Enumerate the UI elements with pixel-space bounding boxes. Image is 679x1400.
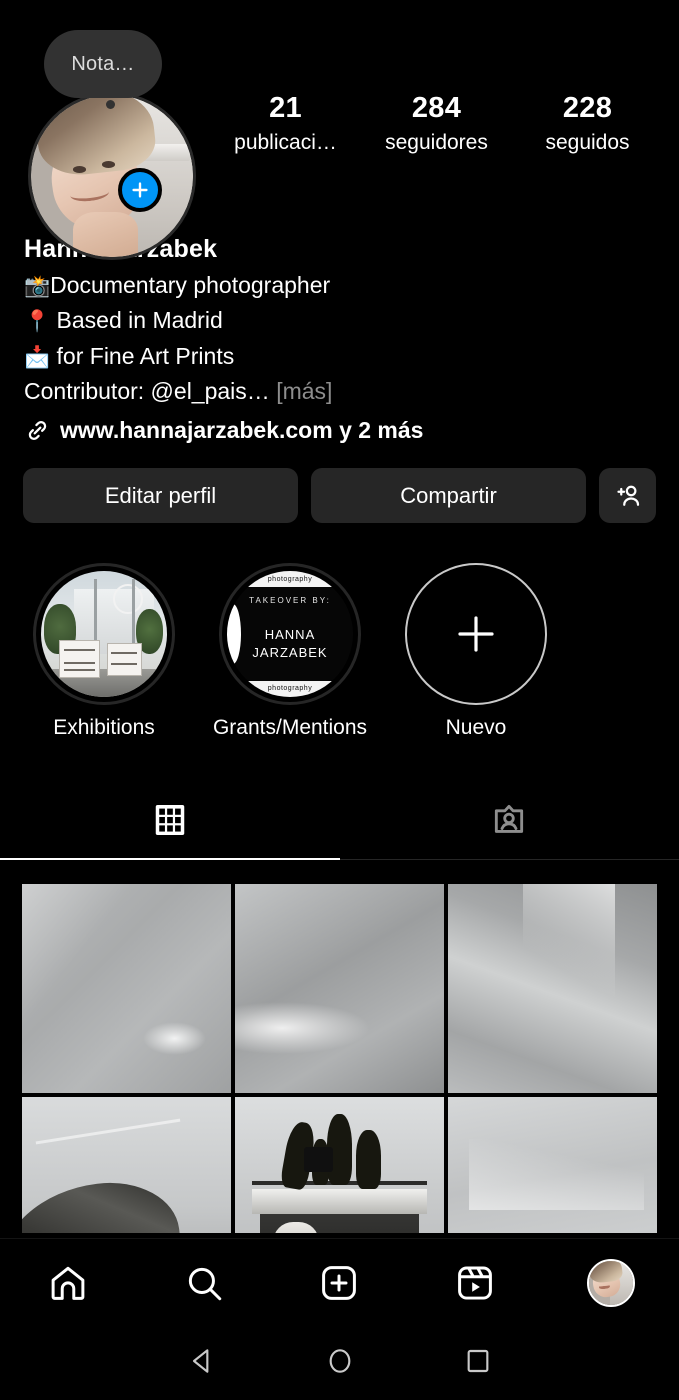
- note-bubble-text: Nota…: [71, 52, 135, 75]
- bio-line-1: 📸Documentary photographer: [24, 268, 669, 304]
- grid-icon: [155, 804, 184, 836]
- active-tab-underline: [0, 858, 340, 860]
- stat-followers-number: 284: [411, 92, 462, 124]
- instagram-profile-screen: Nota… 21 publicaci… 284 seguidores 228 s…: [0, 0, 679, 1400]
- bio-contributor-line: Contributor: @el_pais… [más]: [24, 374, 669, 410]
- grid-post[interactable]: [448, 884, 657, 1093]
- highlight-new[interactable]: Nuevo: [405, 563, 547, 740]
- discover-people-button[interactable]: [599, 468, 656, 523]
- stat-following-label: seguidos: [545, 131, 630, 155]
- nav-profile[interactable]: [543, 1258, 679, 1307]
- system-recents-button[interactable]: [462, 1345, 494, 1382]
- stat-posts[interactable]: 21 publicaci…: [210, 90, 361, 157]
- stat-following[interactable]: 228 seguidos: [512, 90, 663, 157]
- highlight-new-label: Nuevo: [445, 716, 507, 739]
- profile-link-text: www.hannajarzabek.com y 2 más: [60, 417, 424, 444]
- profile-avatar[interactable]: [28, 92, 196, 260]
- highlight-exhibitions[interactable]: Exhibitions: [33, 563, 175, 740]
- bio-line-2-text: Based in Madrid: [50, 307, 223, 334]
- highlight-new-circle: [405, 563, 547, 705]
- highlight-cover-name: HANNA JARZABEK: [227, 626, 353, 661]
- highlight-cover-top-band: photography: [227, 571, 353, 588]
- camera-flash-icon: 📸: [24, 274, 51, 298]
- plus-icon: [458, 616, 494, 652]
- profile-stats: 21 publicaci… 284 seguidores 228 seguido…: [210, 90, 663, 157]
- grid-post[interactable]: [235, 884, 444, 1093]
- highlight-exhibitions-label: Exhibitions: [53, 716, 155, 739]
- nav-reels[interactable]: [407, 1262, 543, 1304]
- stat-followers[interactable]: 284 seguidores: [361, 90, 512, 157]
- bottom-navigation: [0, 1238, 679, 1326]
- share-profile-label: Compartir: [400, 482, 497, 508]
- grid-tab[interactable]: [0, 780, 340, 860]
- highlight-cover-name-line2: JARZABEK: [252, 644, 328, 660]
- highlight-grants-label: Grants/Mentions: [212, 716, 368, 739]
- android-system-navigation: [0, 1326, 679, 1400]
- tagged-person-icon: [495, 804, 524, 833]
- bio-line-2: 📍 Based in Madrid: [24, 303, 669, 339]
- grid-post[interactable]: [22, 884, 231, 1093]
- system-home-button[interactable]: [324, 1345, 356, 1382]
- stat-following-number: 228: [562, 92, 613, 124]
- add-story-button[interactable]: [118, 168, 162, 212]
- more-link[interactable]: [más]: [276, 378, 332, 404]
- profile-link-row[interactable]: www.hannajarzabek.com y 2 más: [24, 412, 669, 449]
- system-back-button[interactable]: [186, 1345, 218, 1382]
- profile-tabs: [0, 780, 679, 860]
- plus-icon: [132, 182, 148, 198]
- back-icon: [192, 1348, 208, 1373]
- note-bubble-tail: [106, 100, 115, 109]
- nav-create[interactable]: [272, 1262, 408, 1304]
- share-profile-button[interactable]: Compartir: [311, 468, 586, 523]
- highlight-grants-mentions[interactable]: photography TAKEOVER BY: HANNA JARZABEK …: [213, 563, 367, 740]
- profile-bio: Hanna Jarzabek 📸Documentary photographer…: [24, 232, 669, 449]
- home-icon: [51, 1266, 85, 1300]
- bio-line-3-text: for Fine Art Prints: [50, 342, 235, 369]
- edit-profile-label: Editar perfil: [104, 482, 217, 508]
- profile-action-buttons: Editar perfil Compartir: [23, 468, 656, 523]
- bio-line-3: 📩 for Fine Art Prints: [24, 339, 669, 375]
- highlight-cover-takeover: TAKEOVER BY:: [249, 596, 331, 606]
- reels-icon: [458, 1265, 493, 1300]
- contributor-text: Contributor: @el_pais…: [24, 378, 270, 405]
- stat-followers-label: seguidores: [385, 131, 488, 155]
- highlight-exhibitions-cover: [33, 563, 175, 705]
- pin-icon: 📍: [24, 310, 51, 334]
- note-bubble[interactable]: Nota…: [44, 30, 162, 98]
- edit-profile-button[interactable]: Editar perfil: [23, 468, 298, 523]
- highlight-grants-cover: photography TAKEOVER BY: HANNA JARZABEK …: [219, 563, 361, 705]
- highlight-cover-bottom-band: photography: [227, 680, 353, 697]
- link-chain-icon: [28, 421, 47, 441]
- recents-icon: [467, 1349, 488, 1372]
- stat-posts-number: 21: [269, 92, 302, 124]
- stat-posts-label: publicaci…: [234, 131, 337, 155]
- nav-home[interactable]: [0, 1262, 136, 1304]
- tagged-tab[interactable]: [340, 780, 679, 860]
- inbox-tray-icon: 📩: [24, 345, 51, 369]
- highlight-cover-name-line1: HANNA: [264, 627, 316, 643]
- add-person-icon: [616, 485, 639, 506]
- nav-search[interactable]: [136, 1262, 272, 1304]
- story-highlights: Exhibitions photography TAKEOVER BY: HAN…: [33, 563, 547, 740]
- avatar-ring: [28, 92, 196, 260]
- bio-line-1-text: Documentary photographer: [50, 271, 331, 298]
- avatar-image: [31, 95, 193, 257]
- search-icon: [188, 1267, 221, 1300]
- profile-avatar-icon: [587, 1258, 636, 1307]
- home-icon: [329, 1348, 350, 1373]
- create-icon: [322, 1265, 357, 1300]
